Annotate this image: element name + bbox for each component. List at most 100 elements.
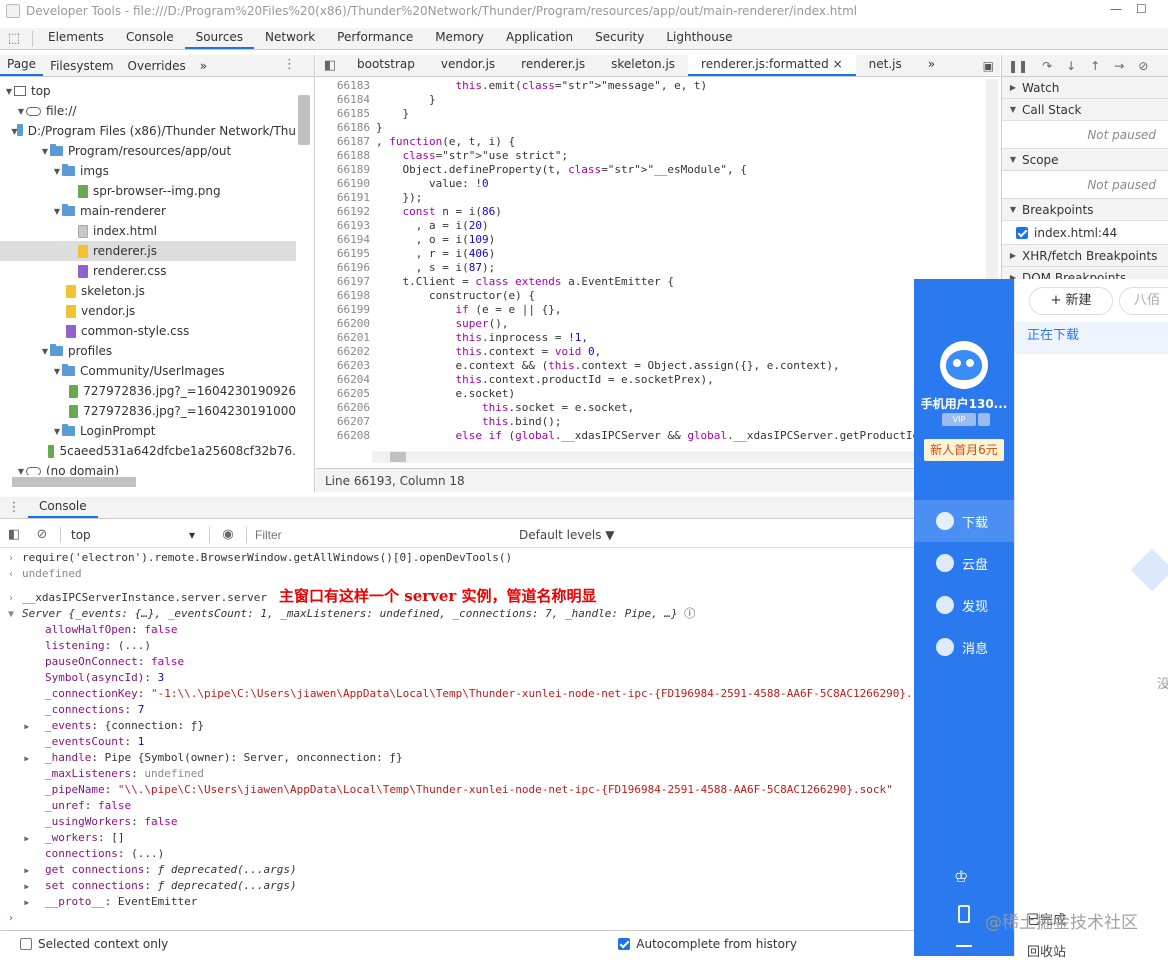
recycle-bin-tab[interactable]: 回收站: [1027, 941, 1066, 960]
debugger-section-scope[interactable]: ▼ Scope: [1002, 149, 1168, 171]
tree-item[interactable]: 5caeed531a642dfcbe1a25608cf32b76.: [0, 441, 296, 461]
console-command[interactable]: require('electron').remote.BrowserWindow…: [22, 551, 512, 564]
expand-triangle-icon[interactable]: ▶: [0, 879, 34, 894]
toggle-navigator-icon[interactable]: ◧: [316, 54, 344, 76]
tree-item[interactable]: 727972836.jpg?_=1604230191000: [0, 401, 296, 421]
thunder-nav-item[interactable]: 下载: [914, 500, 1014, 542]
server-object-header[interactable]: Server {_events: {…}, _eventsCount: 1, _…: [22, 607, 678, 620]
autocomplete-checkbox[interactable]: [618, 937, 631, 950]
thunder-nav-item[interactable]: 发现: [914, 584, 1014, 626]
editor-tab[interactable]: »: [915, 54, 948, 76]
breakpoint-checkbox[interactable]: [1016, 226, 1028, 239]
tree-item[interactable]: skeleton.js: [0, 281, 296, 301]
step-out-icon[interactable]: ↑: [1090, 59, 1100, 73]
pause-icon[interactable]: ❚❚: [1008, 59, 1028, 73]
tree-item[interactable]: ▼ D:/Program Files (x86)/Thunder Network/…: [0, 121, 296, 141]
disclosure-triangle-icon[interactable]: ▼: [40, 147, 50, 156]
tree-item[interactable]: ▼ Program/resources/app/out: [0, 141, 296, 161]
editor-tab[interactable]: net.js: [856, 54, 915, 76]
editor-horizontal-scrollbar[interactable]: [372, 451, 988, 463]
tab-memory[interactable]: Memory: [424, 27, 495, 49]
disclosure-triangle-icon[interactable]: ▼: [40, 347, 50, 356]
console-sidebar-icon[interactable]: ◧: [0, 524, 28, 546]
expand-triangle-icon[interactable]: ▶: [0, 831, 34, 846]
drawer-menu-icon[interactable]: ⋮: [0, 496, 28, 518]
thunder-nav-item[interactable]: 云盘: [914, 542, 1014, 584]
tree-item[interactable]: ▼ main-renderer: [0, 201, 296, 221]
thunder-nav-item[interactable]: 消息: [914, 626, 1014, 668]
editor-tab[interactable]: renderer.js:formatted ×: [688, 54, 856, 76]
tree-item[interactable]: renderer.js: [0, 241, 296, 261]
tree-item[interactable]: index.html: [0, 221, 296, 241]
navigator-tab-3[interactable]: »: [193, 56, 214, 76]
new-task-button[interactable]: + 新建: [1029, 287, 1113, 315]
expand-triangle-icon[interactable]: ▶: [0, 863, 34, 878]
phone-icon[interactable]: [958, 905, 970, 923]
live-expression-eye-icon[interactable]: ◉: [214, 524, 242, 546]
minimize-button[interactable]: —: [1110, 2, 1122, 16]
editor-tab[interactable]: skeleton.js: [598, 54, 688, 76]
debugger-section-xhr-fetch-breakpoints[interactable]: ▶ XHR/fetch Breakpoints: [1002, 245, 1168, 267]
tree-item[interactable]: common-style.css: [0, 321, 296, 341]
debugger-section-watch[interactable]: ▶ Watch: [1002, 77, 1168, 99]
disclosure-triangle-icon[interactable]: ▼: [16, 107, 26, 116]
tree-horizontal-scrollbar[interactable]: [12, 477, 136, 487]
step-icon[interactable]: →: [1114, 59, 1124, 73]
navigator-tab-0[interactable]: Page: [0, 54, 44, 76]
tree-item[interactable]: ▼ (no domain): [0, 461, 296, 475]
editor-tab[interactable]: renderer.js: [508, 54, 598, 76]
tree-item[interactable]: ▼ LoginPrompt: [0, 421, 296, 441]
tab-elements[interactable]: Elements: [37, 27, 115, 49]
log-levels-dropdown[interactable]: Default levels ▼: [519, 528, 615, 542]
disclosure-triangle-icon[interactable]: ▼: [16, 467, 26, 476]
tree-item[interactable]: 727972836.jpg?_=1604230190926: [0, 381, 296, 401]
tree-scrollbar-thumb[interactable]: [298, 95, 310, 145]
tab-console[interactable]: Console: [115, 27, 185, 49]
selected-context-checkbox[interactable]: [20, 937, 32, 950]
tree-item[interactable]: spr-browser--img.png: [0, 181, 296, 201]
disclosure-triangle-icon[interactable]: ▼: [4, 87, 14, 96]
tree-item[interactable]: ▼ top: [0, 81, 296, 101]
tab-sources[interactable]: Sources: [184, 27, 255, 49]
tree-item[interactable]: ▼ profiles: [0, 341, 296, 361]
close-icon[interactable]: ×: [829, 57, 843, 71]
menu-icon[interactable]: [956, 945, 972, 947]
disclosure-triangle-icon[interactable]: ▼: [52, 367, 62, 376]
thunder-tab-2[interactable]: 八佰: [1119, 287, 1168, 315]
inspect-element-icon[interactable]: ⬚: [0, 27, 28, 49]
deactivate-breakpoints-icon[interactable]: ⊘: [1138, 59, 1148, 73]
clear-console-icon[interactable]: ⊘: [28, 524, 56, 546]
tab-console[interactable]: Console: [28, 496, 98, 518]
debugger-section-breakpoints[interactable]: ▼ Breakpoints: [1002, 199, 1168, 221]
tab-security[interactable]: Security: [584, 27, 655, 49]
tab-performance[interactable]: Performance: [326, 27, 424, 49]
tree-item[interactable]: ▼ file://: [0, 101, 296, 121]
context-select[interactable]: top ▾: [65, 528, 205, 542]
tree-item[interactable]: vendor.js: [0, 301, 296, 321]
step-into-icon[interactable]: ↓: [1066, 59, 1076, 73]
maximize-button[interactable]: ☐: [1136, 2, 1147, 16]
disclosure-triangle-icon[interactable]: ▼: [52, 167, 62, 176]
console-filter-input[interactable]: [251, 525, 511, 544]
tab-application[interactable]: Application: [495, 27, 584, 49]
tree-item[interactable]: ▼ Community/UserImages: [0, 361, 296, 381]
navigator-tab-1[interactable]: Filesystem: [43, 56, 120, 76]
disclosure-triangle-icon[interactable]: ▼: [52, 207, 62, 216]
console-command[interactable]: __xdasIPCServerInstance.server.server: [22, 591, 267, 604]
tab-network[interactable]: Network: [254, 27, 326, 49]
disclosure-triangle-icon[interactable]: ▼: [52, 427, 62, 436]
more-options-icon[interactable]: ⋮: [283, 57, 296, 72]
editor-tab[interactable]: bootstrap: [344, 54, 428, 76]
navigator-tab-2[interactable]: Overrides: [121, 56, 193, 76]
code-content[interactable]: this.emit(class="str">"message", e, t) }…: [376, 79, 986, 445]
downloading-tab[interactable]: 正在下载: [1015, 322, 1168, 354]
crown-icon[interactable]: ♔: [954, 867, 968, 886]
avatar[interactable]: [940, 341, 988, 389]
expand-triangle-icon[interactable]: ▶: [0, 751, 34, 766]
toggle-debugger-icon[interactable]: ▣: [977, 56, 1000, 76]
expand-triangle-icon[interactable]: ▶: [0, 895, 34, 910]
editor-tab[interactable]: vendor.js: [428, 54, 508, 76]
tree-item[interactable]: renderer.css: [0, 261, 296, 281]
step-over-icon[interactable]: ↷: [1042, 59, 1052, 73]
thunder-username[interactable]: 手机用户130...: [914, 395, 1014, 412]
